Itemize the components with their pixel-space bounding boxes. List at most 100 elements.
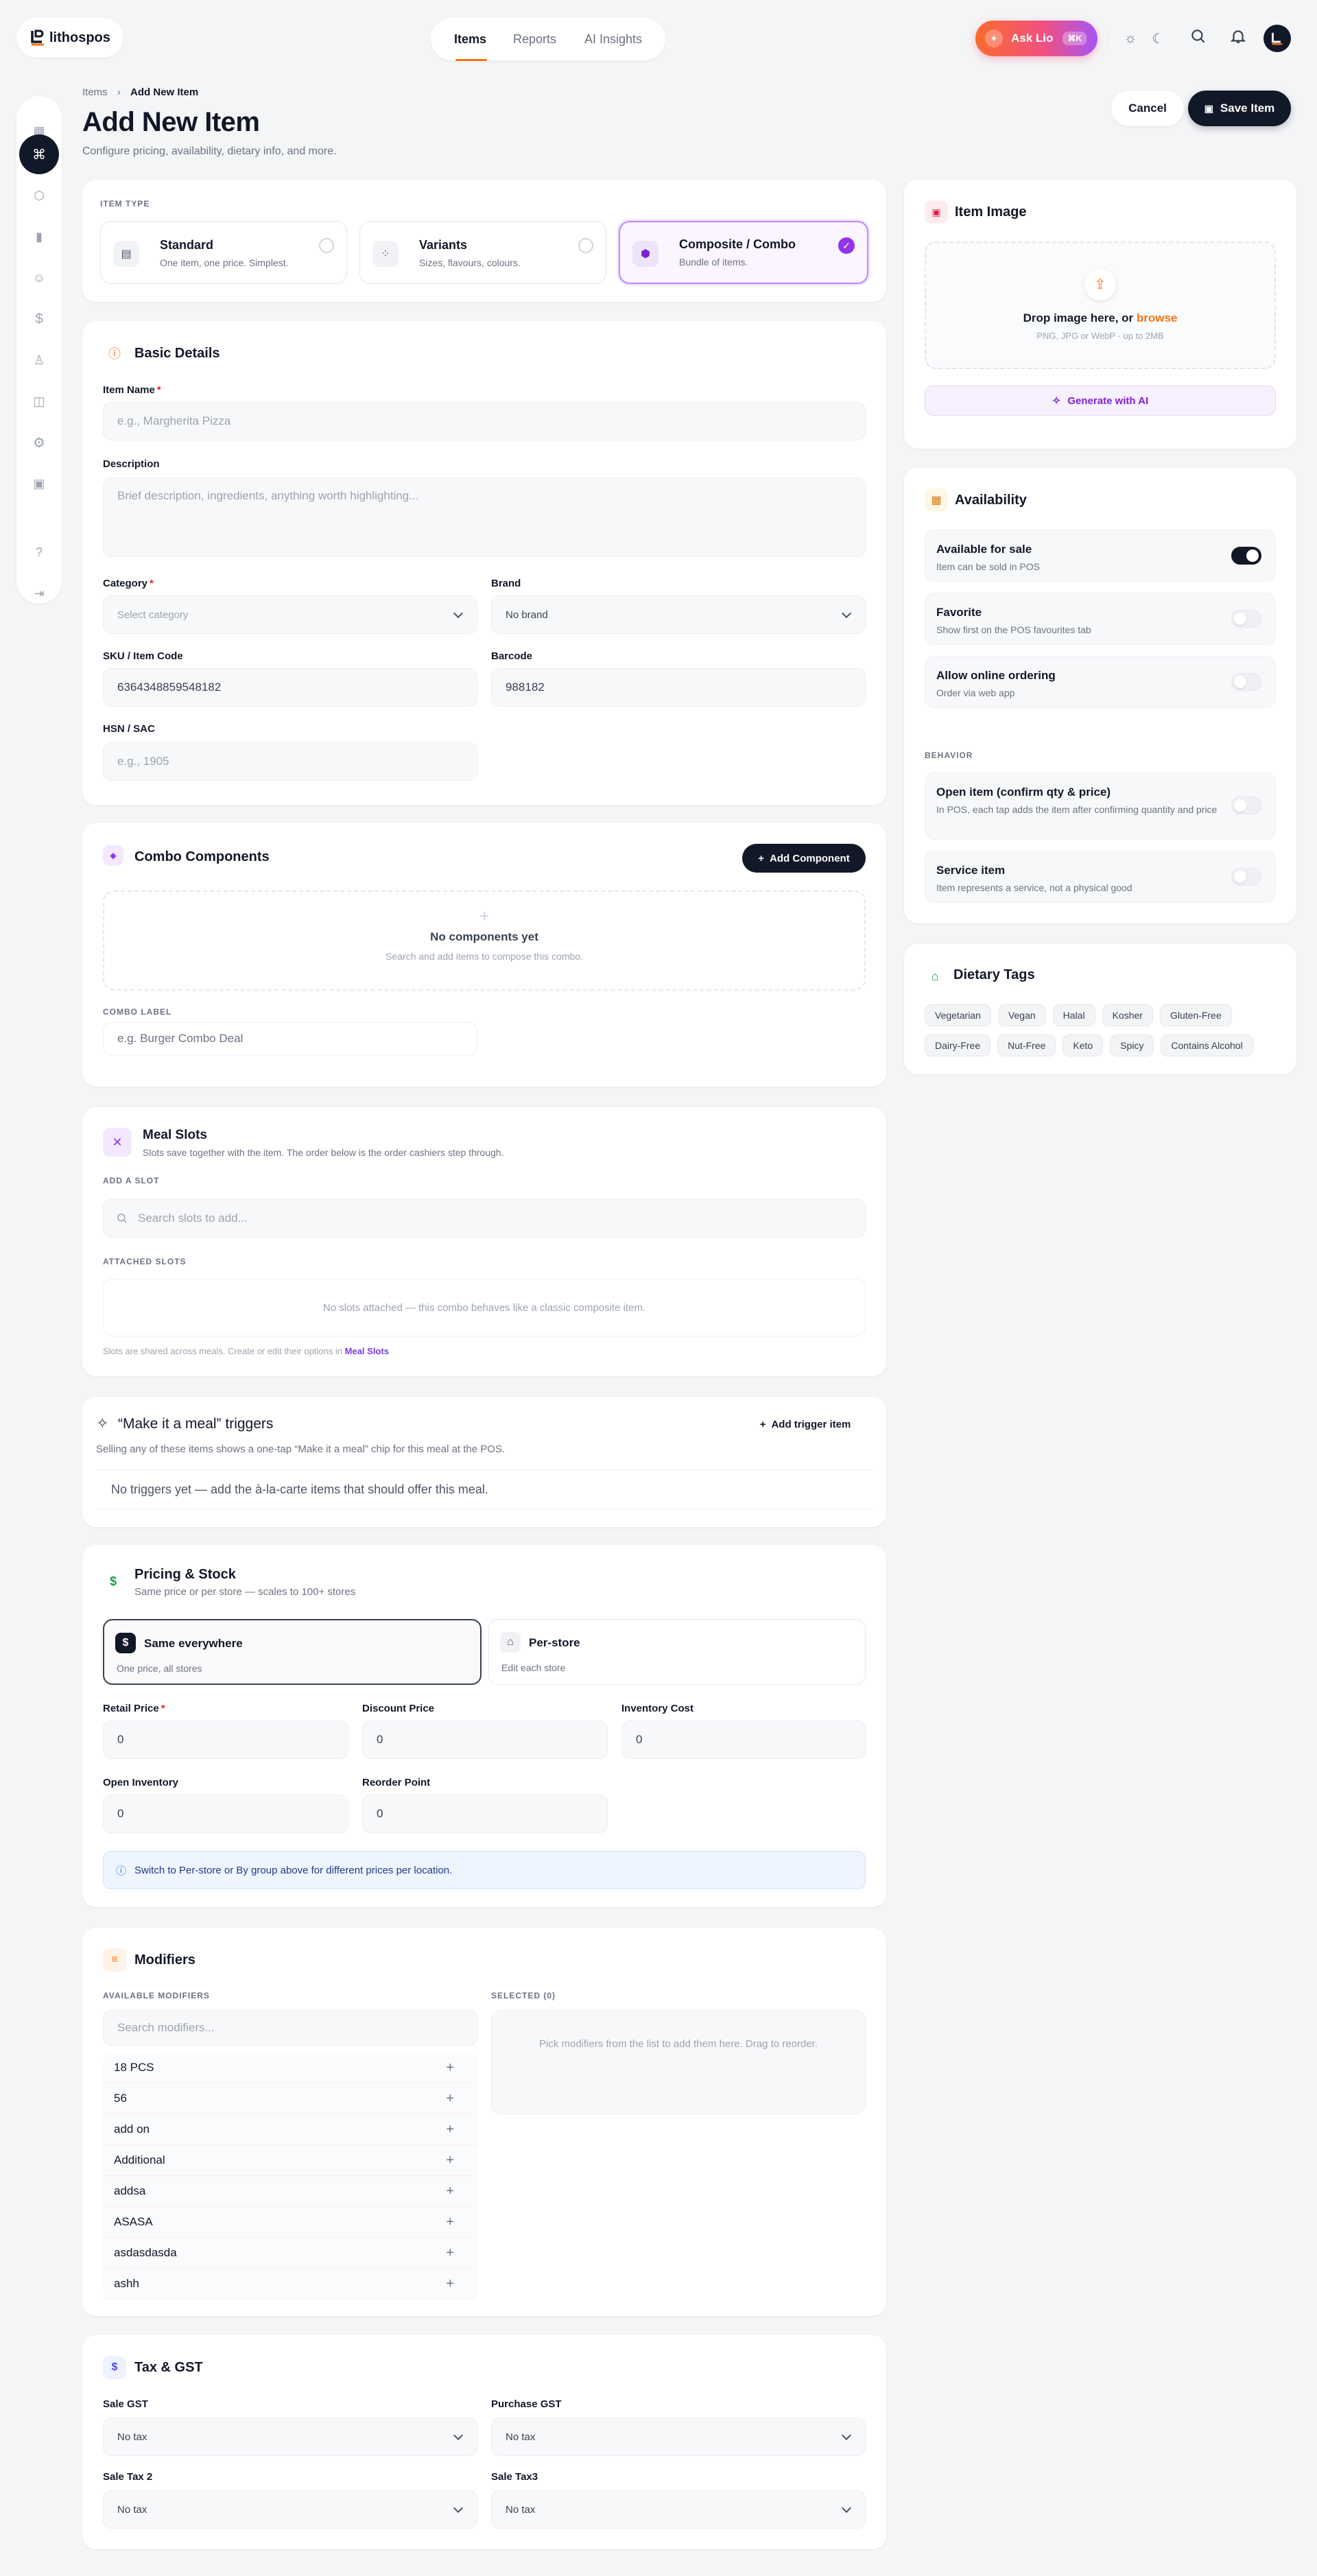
- search-icon[interactable]: [1189, 27, 1210, 48]
- cancel-button[interactable]: Cancel: [1111, 91, 1184, 126]
- reorder-point-input[interactable]: 0: [362, 1795, 608, 1833]
- plus-icon[interactable]: +: [446, 2214, 454, 2230]
- favorite-row[interactable]: Favorite Show first on the POS favourite…: [925, 593, 1276, 645]
- sku-input[interactable]: 6364348859548182: [103, 668, 477, 707]
- avatar[interactable]: [1263, 25, 1291, 52]
- service-item-row[interactable]: Service item Item represents a service, …: [925, 851, 1276, 903]
- staff-icon[interactable]: ♙: [19, 340, 59, 380]
- generate-ai-button[interactable]: ✧ Generate with AI: [925, 386, 1276, 416]
- modifier-search-input[interactable]: Search modifiers...: [103, 2010, 477, 2046]
- modifier-item[interactable]: 18 PCS +: [103, 2053, 477, 2083]
- plus-icon[interactable]: +: [446, 2184, 454, 2199]
- selected-modifiers-dropzone[interactable]: Pick modifiers from the list to add them…: [491, 2010, 866, 2114]
- dietary-tag[interactable]: Gluten-Free: [1159, 1004, 1232, 1026]
- add-component-button[interactable]: + Add Component: [742, 844, 866, 873]
- row-title: Open item (confirm qty & price): [936, 785, 1111, 799]
- check-icon: ✓: [838, 237, 855, 254]
- save-item-button[interactable]: ▣ Save Item: [1188, 91, 1291, 126]
- slot-search-input[interactable]: Search slots to add...: [103, 1199, 866, 1238]
- bell-icon[interactable]: [1229, 27, 1250, 48]
- combo-label-input[interactable]: e.g. Burger Combo Deal: [103, 1022, 477, 1055]
- description-textarea[interactable]: Brief description, ingredients, anything…: [103, 477, 866, 557]
- sale-tax2-select[interactable]: No tax: [103, 2490, 477, 2529]
- items-nav-icon[interactable]: ⌘: [19, 134, 59, 174]
- dietary-tag[interactable]: Halal: [1052, 1004, 1095, 1026]
- mode-same-everywhere[interactable]: $ Same everywhere One price, all stores: [103, 1619, 482, 1685]
- online-ordering-toggle[interactable]: [1231, 673, 1261, 691]
- modifier-item[interactable]: ASASA +: [103, 2207, 477, 2238]
- category-select[interactable]: Select category: [103, 595, 477, 634]
- moon-icon[interactable]: ☾: [1152, 30, 1164, 47]
- brand-select[interactable]: No brand: [491, 595, 866, 634]
- discount-price-input[interactable]: 0: [362, 1721, 608, 1759]
- item-name-input[interactable]: e.g., Margherita Pizza: [103, 402, 866, 440]
- apps-icon[interactable]: ▣: [19, 464, 59, 504]
- dietary-tag[interactable]: Vegetarian: [925, 1004, 991, 1026]
- image-dropzone[interactable]: ⇪ Drop image here, or browse PNG, JPG or…: [925, 241, 1276, 369]
- type-standard[interactable]: ▤ Standard One item, one price. Simplest…: [100, 221, 347, 284]
- meal-slots-link[interactable]: Meal Slots: [345, 1346, 389, 1356]
- modifier-item[interactable]: addsa +: [103, 2176, 477, 2207]
- mode-per-store[interactable]: ⌂ Per-store Edit each store: [488, 1619, 866, 1685]
- image-hint: PNG, JPG or WebP · up to 2MB: [1036, 331, 1164, 341]
- modifier-item[interactable]: 56 +: [103, 2083, 477, 2114]
- dietary-tag[interactable]: Contains Alcohol: [1161, 1035, 1253, 1056]
- settings-icon[interactable]: ⚙: [19, 423, 59, 462]
- available-for-sale-row[interactable]: Available for sale Item can be sold in P…: [925, 530, 1276, 582]
- standard-radio[interactable]: [319, 238, 334, 253]
- sun-icon[interactable]: ☼: [1124, 31, 1137, 47]
- plus-icon[interactable]: +: [446, 2060, 454, 2076]
- type-composite[interactable]: ⬢ Composite / Combo Bundle of items. ✓: [619, 221, 868, 284]
- breadcrumb-parent[interactable]: Items: [82, 86, 108, 98]
- dietary-tag[interactable]: Dairy-Free: [925, 1035, 991, 1056]
- retail-price-input[interactable]: 0: [103, 1721, 348, 1759]
- barcode-input[interactable]: 988182: [491, 668, 866, 707]
- logout-icon[interactable]: ⇥: [19, 574, 59, 613]
- purchase-gst-select[interactable]: No tax: [491, 2418, 866, 2456]
- browse-link[interactable]: browse: [1137, 311, 1178, 324]
- online-ordering-row[interactable]: Allow online ordering Order via web app: [925, 656, 1276, 708]
- dietary-tag[interactable]: Vegan: [997, 1004, 1046, 1026]
- chart-icon[interactable]: ▮: [19, 217, 59, 257]
- plus-icon[interactable]: +: [446, 2245, 454, 2261]
- tab-ai-insights[interactable]: AI Insights: [584, 18, 642, 60]
- ask-lio-button[interactable]: ✦ Ask Lio ⌘K: [975, 21, 1098, 56]
- modifier-item[interactable]: ashh +: [103, 2269, 477, 2300]
- service-item-toggle[interactable]: [1231, 868, 1261, 886]
- dietary-tag[interactable]: Spicy: [1110, 1035, 1154, 1056]
- mode-per-store-desc: Edit each store: [501, 1662, 566, 1673]
- brand-pill[interactable]: lithospos: [16, 18, 123, 58]
- dietary-tag[interactable]: Kosher: [1102, 1004, 1153, 1026]
- plus-icon[interactable]: +: [446, 2276, 454, 2292]
- help-icon[interactable]: ?: [19, 532, 59, 572]
- users-icon[interactable]: ☺: [19, 258, 59, 298]
- modifier-item[interactable]: add on +: [103, 2114, 477, 2145]
- favorite-toggle[interactable]: [1231, 610, 1261, 628]
- variants-radio[interactable]: [578, 238, 593, 253]
- modifier-item[interactable]: asdasdasda +: [103, 2238, 477, 2269]
- plus-icon[interactable]: +: [446, 2122, 454, 2138]
- theme-toggle[interactable]: ☼ ☾: [1117, 23, 1172, 54]
- tab-items-underline: [455, 59, 487, 61]
- dietary-tag[interactable]: Keto: [1063, 1035, 1104, 1056]
- plus-icon[interactable]: +: [446, 2091, 454, 2107]
- dietary-tag[interactable]: Nut-Free: [997, 1035, 1056, 1056]
- inventory-cost-input[interactable]: 0: [621, 1721, 866, 1759]
- sale-tax2-label: Sale Tax 2: [103, 2471, 153, 2483]
- type-variants[interactable]: ⁘ Variants Sizes, flavours, colours.: [359, 221, 606, 284]
- sale-gst-select[interactable]: No tax: [103, 2418, 477, 2456]
- dollar-icon[interactable]: $: [19, 299, 59, 339]
- modifier-item[interactable]: Additional +: [103, 2145, 477, 2176]
- open-inventory-input[interactable]: 0: [103, 1795, 348, 1833]
- hsn-input[interactable]: e.g., 1905: [103, 742, 477, 781]
- open-item-toggle[interactable]: [1231, 796, 1261, 814]
- sale-tax3-select[interactable]: No tax: [491, 2490, 866, 2529]
- tab-reports[interactable]: Reports: [513, 18, 556, 60]
- box-icon[interactable]: ⬡: [19, 176, 59, 215]
- bag-icon[interactable]: ◫: [19, 381, 59, 421]
- tab-items[interactable]: Items: [454, 18, 486, 60]
- add-trigger-button[interactable]: + Add trigger item: [746, 1409, 864, 1439]
- plus-icon[interactable]: +: [446, 2153, 454, 2169]
- open-item-row[interactable]: Open item (confirm qty & price) In POS, …: [925, 772, 1276, 840]
- available-for-sale-toggle[interactable]: [1231, 547, 1261, 565]
